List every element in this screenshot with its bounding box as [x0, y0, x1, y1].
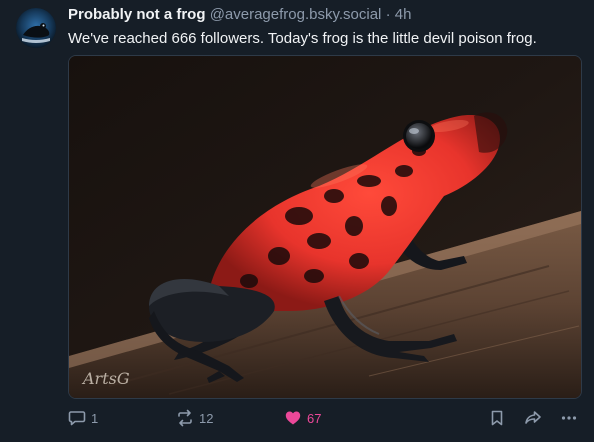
timestamp[interactable]: 4h [395, 6, 412, 23]
post[interactable]: Probably not a frog @averagefrog.bsky.so… [0, 0, 594, 442]
post-image[interactable]: ArtsG [68, 55, 582, 399]
repost-button[interactable]: 12 [176, 402, 213, 434]
reply-count: 1 [91, 410, 99, 426]
bookmark-button[interactable] [488, 402, 506, 434]
avatar[interactable] [16, 8, 56, 48]
separator-dot: · [385, 6, 391, 23]
more-options-button[interactable] [560, 402, 578, 434]
like-count: 67 [307, 410, 322, 426]
speech-bubble-icon [68, 411, 86, 426]
frog-photo: ArtsG [69, 56, 581, 398]
ellipsis-icon [561, 416, 577, 420]
handle[interactable]: @averagefrog.bsky.social [210, 6, 382, 23]
display-name[interactable]: Probably not a frog [68, 6, 206, 23]
repost-arrows-icon [178, 409, 192, 427]
watermark: ArtsG [81, 369, 130, 388]
reply-button[interactable]: 1 [68, 402, 98, 434]
like-button[interactable]: 67 [284, 402, 321, 434]
share-button[interactable] [524, 402, 542, 434]
frog-avatar-icon [16, 8, 56, 48]
share-icon [525, 411, 541, 424]
post-header: Probably not a frog @averagefrog.bsky.so… [68, 6, 582, 24]
heart-icon [285, 411, 301, 425]
action-bar: 1 12 67 [68, 402, 580, 434]
post-text: We've reached 666 followers. Today's fro… [68, 30, 537, 47]
bookmark-icon [491, 410, 503, 426]
repost-count: 12 [199, 410, 214, 426]
